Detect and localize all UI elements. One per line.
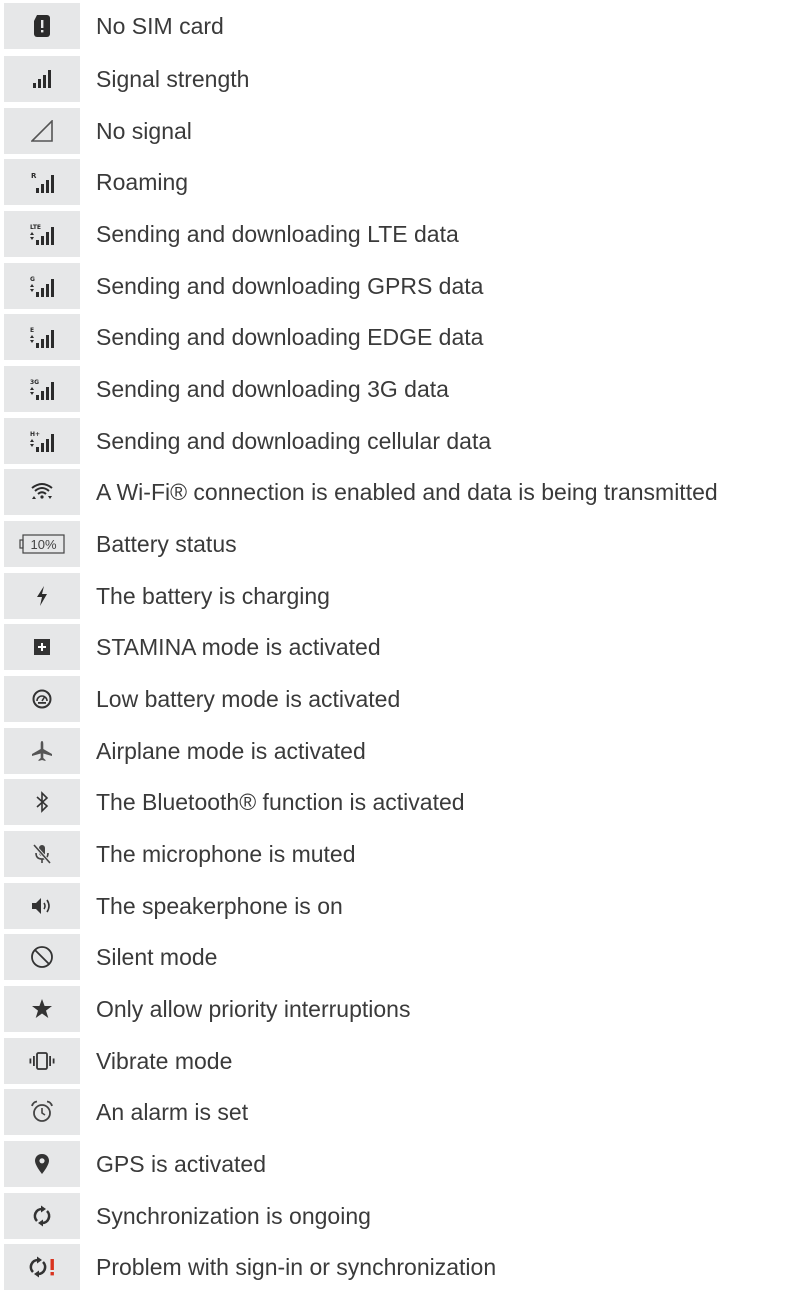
list-item-label: An alarm is set — [96, 1099, 249, 1125]
list-item-label: The microphone is muted — [96, 841, 356, 867]
list-item: G Sending and downloading GPRS data — [0, 263, 800, 309]
gprs-badge: G — [30, 276, 35, 283]
cellular-badge: H+ — [30, 431, 40, 438]
list-item-label: GPS is activated — [96, 1151, 267, 1177]
list-item: 3G Sending and downloading 3G data — [0, 366, 800, 412]
sync-problem-icon — [4, 1244, 80, 1290]
list-item: 10% Battery status — [0, 521, 800, 567]
3g-badge: 3G — [30, 379, 39, 386]
list-item: The speakerphone is on — [0, 883, 800, 929]
edge-data-icon: E — [4, 314, 80, 360]
sync-icon — [4, 1193, 80, 1239]
list-item-label: No signal — [96, 118, 192, 144]
list-item-label: Sending and downloading 3G data — [96, 376, 449, 402]
no-sim-card-icon — [4, 3, 80, 49]
list-item-label: Sending and downloading cellular data — [96, 428, 492, 454]
list-item: Airplane mode is activated — [0, 728, 800, 774]
lte-badge: LTE — [30, 224, 41, 231]
list-item: The Bluetooth® function is activated — [0, 779, 800, 825]
list-item: STAMINA mode is activated — [0, 624, 800, 670]
wifi-icon — [4, 469, 80, 515]
list-item-label: Sending and downloading LTE data — [96, 221, 459, 247]
charging-icon — [4, 573, 80, 619]
list-item: Low battery mode is activated — [0, 676, 800, 722]
list-item-label: Vibrate mode — [96, 1048, 233, 1074]
list-item: No SIM card — [0, 3, 800, 49]
list-item: E Sending and downloading EDGE data — [0, 314, 800, 360]
list-item-label: Problem with sign-in or synchronization — [96, 1254, 497, 1280]
list-item: LTE Sending and downloading LTE data — [0, 211, 800, 257]
list-item: Only allow priority interruptions — [0, 986, 800, 1032]
list-item: Silent mode — [0, 934, 800, 980]
list-item-label: Sending and downloading GPRS data — [96, 273, 484, 299]
list-item: The microphone is muted — [0, 831, 800, 877]
3g-data-icon: 3G — [4, 366, 80, 412]
list-item-label: Low battery mode is activated — [96, 686, 401, 712]
no-signal-icon — [4, 108, 80, 154]
list-item-label: Silent mode — [96, 944, 218, 970]
list-item: No signal — [0, 108, 800, 154]
mic-muted-icon — [4, 831, 80, 877]
silent-mode-icon — [4, 934, 80, 980]
list-item-label: STAMINA mode is activated — [96, 634, 381, 660]
list-item-label: Roaming — [96, 169, 189, 195]
list-item: GPS is activated — [0, 1141, 800, 1187]
list-item-label: The battery is charging — [96, 583, 330, 609]
cellular-data-icon: H+ — [4, 418, 80, 464]
list-item-label: A Wi-Fi® connection is enabled and data … — [96, 479, 718, 505]
bluetooth-icon — [4, 779, 80, 825]
signal-strength-icon — [4, 56, 80, 102]
stamina-mode-icon — [4, 624, 80, 670]
list-item: A Wi-Fi® connection is enabled and data … — [0, 469, 800, 515]
status-icon-list: No SIM card Signal strength No signal R … — [0, 0, 800, 1290]
list-item: R Roaming — [0, 159, 800, 205]
list-item-label: No SIM card — [96, 13, 224, 39]
roaming-icon: R — [4, 159, 80, 205]
list-item-label: Signal strength — [96, 66, 250, 92]
edge-badge: E — [30, 327, 34, 334]
list-item-label: The speakerphone is on — [96, 893, 343, 919]
list-item: An alarm is set — [0, 1089, 800, 1135]
battery-percent: 10% — [30, 537, 56, 552]
low-battery-mode-icon — [4, 676, 80, 722]
alarm-icon — [4, 1089, 80, 1135]
list-item-label: Airplane mode is activated — [96, 738, 366, 764]
list-item-label: Only allow priority interruptions — [96, 996, 411, 1022]
list-item: Vibrate mode — [0, 1038, 800, 1084]
vibrate-icon — [4, 1038, 80, 1084]
roaming-badge: R — [31, 172, 37, 180]
list-item: Problem with sign-in or synchronization — [0, 1244, 800, 1290]
list-item: H+ Sending and downloading cellular data — [0, 418, 800, 464]
lte-data-icon: LTE — [4, 211, 80, 257]
battery-status-icon: 10% — [4, 521, 80, 567]
speakerphone-icon — [4, 883, 80, 929]
gps-icon — [4, 1141, 80, 1187]
airplane-icon — [4, 728, 80, 774]
list-item-label: Synchronization is ongoing — [96, 1203, 371, 1229]
list-item-label: Sending and downloading EDGE data — [96, 324, 484, 350]
list-item: Signal strength — [0, 56, 800, 102]
list-item-label: Battery status — [96, 531, 237, 557]
star-icon — [4, 986, 80, 1032]
list-item: The battery is charging — [0, 573, 800, 619]
list-item-label: The Bluetooth® function is activated — [96, 789, 465, 815]
gprs-data-icon: G — [4, 263, 80, 309]
list-item: Synchronization is ongoing — [0, 1193, 800, 1239]
